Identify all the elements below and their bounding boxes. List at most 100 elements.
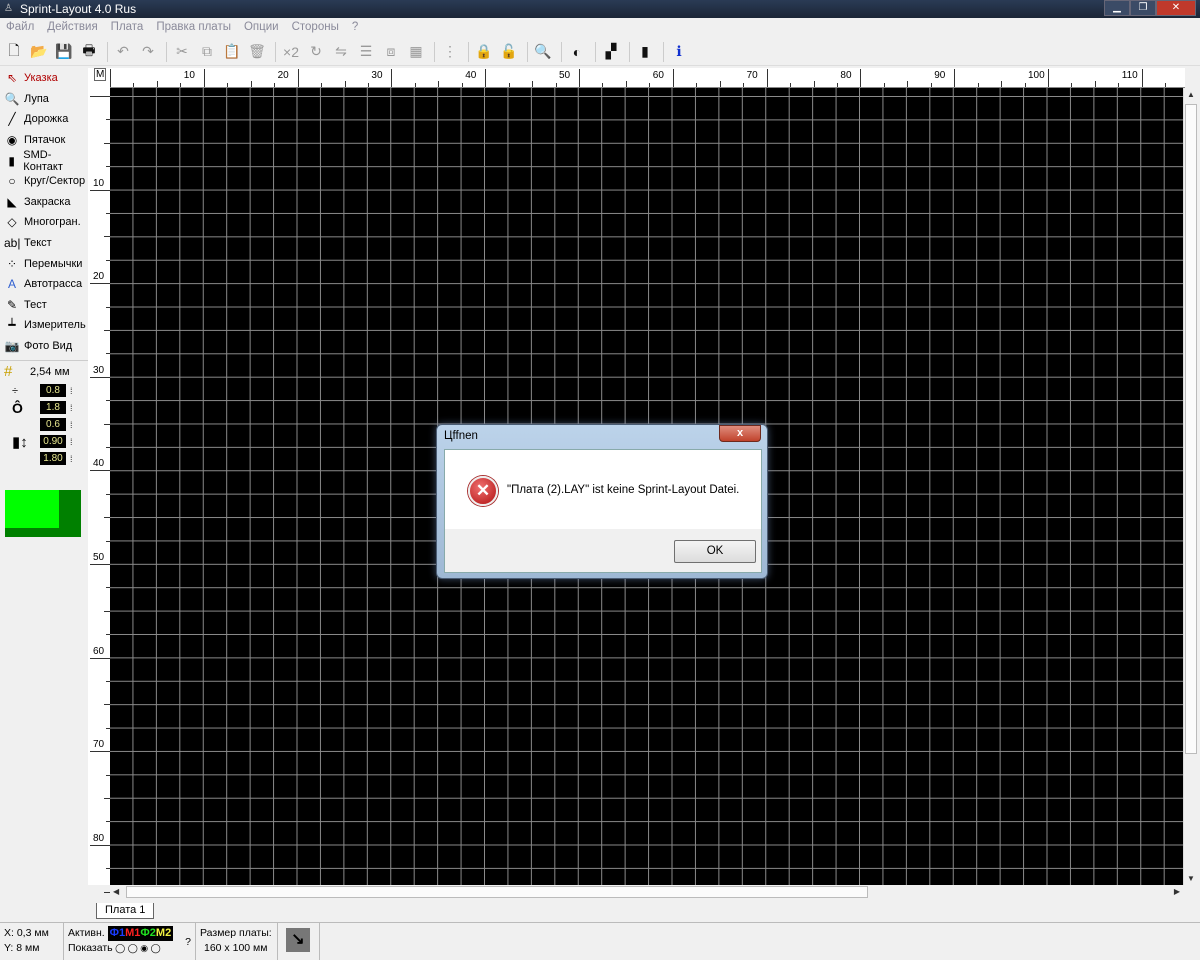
tool-smd-pad[interactable]: ▮ SMD-Контакт (0, 149, 88, 173)
pattern-icon[interactable]: ▦ (405, 41, 427, 63)
maximize-button[interactable]: ❐ (1130, 0, 1156, 16)
ruler-unit-button[interactable]: M (88, 68, 110, 88)
tool-text[interactable]: ab| Текст (0, 233, 88, 254)
tool-fill[interactable]: ◣ Закраска (0, 192, 88, 213)
pad-outer-field[interactable]: 1.8 (40, 401, 66, 415)
tool-track[interactable]: ╱ Дорожка (0, 109, 88, 130)
print-icon[interactable]: 🖶 (78, 41, 100, 63)
zoom-icon[interactable]: 🔍 (532, 41, 554, 63)
tool-label: Лупа (24, 92, 49, 105)
menu-item[interactable]: Правка платы (156, 21, 231, 38)
grid-size-button[interactable]: #2,54 мм (0, 360, 88, 382)
toolbar-separator (527, 41, 528, 62)
dialog-close-button[interactable]: x (719, 425, 761, 442)
track-width-field[interactable]: 0.8 (40, 384, 66, 398)
pad-inner-menu[interactable]: ⁞ (70, 420, 73, 430)
ruler-tick (579, 69, 580, 87)
horizontal-scrollbar[interactable]: ◀ ▶ (110, 885, 1183, 900)
vertical-scrollbar[interactable]: ▲ ▼ (1183, 88, 1198, 885)
new-file-icon[interactable]: 🗋 (3, 41, 25, 63)
menu-item[interactable]: Файл (6, 21, 34, 38)
menu-item[interactable]: ? (352, 21, 358, 38)
layer-1[interactable]: М1 (125, 926, 140, 941)
smd-height-field[interactable]: 1.80 (40, 452, 66, 466)
grid-size: 2,54 мм (30, 365, 70, 378)
tool-autoroute[interactable]: A Автотрасса (0, 274, 88, 295)
group-icon[interactable]: ⧈ (380, 41, 402, 63)
cut-icon[interactable]: ✂ (171, 41, 193, 63)
smd-width-field[interactable]: 0.90 (40, 435, 66, 449)
save-icon[interactable]: 💾 (53, 41, 75, 63)
layer-0[interactable]: Ф1 (110, 926, 126, 941)
tool-jumper[interactable]: ⁘ Перемычки (0, 253, 88, 274)
ruler-top-label: 30 (371, 70, 383, 81)
smd-height-menu[interactable]: ⁞ (70, 454, 73, 464)
ruler-top: 10 20 30 40 50 60 70 80 90 100 110 (110, 68, 1185, 88)
undo-icon[interactable]: ↶ (112, 41, 134, 63)
macro-icon[interactable]: ▮ (634, 41, 656, 63)
ok-button[interactable]: OK (674, 540, 756, 563)
ruler-tick (649, 83, 651, 87)
tool-label: Измеритель (24, 319, 86, 332)
error-dialog: Цffnen x ✕ "Плата (2).LAY" ist keine Spr… (436, 424, 768, 579)
ruler-tick (90, 564, 110, 565)
ruler-tick (860, 69, 862, 87)
menu-item[interactable]: Действия (47, 21, 97, 38)
minimize-button[interactable]: ▁ (1104, 0, 1130, 16)
tool-pad[interactable]: ◉ Пятачок (0, 130, 88, 151)
drc-icon[interactable]: ▞ (600, 41, 622, 63)
layer-3[interactable]: М2 (156, 926, 171, 941)
contrast-icon[interactable]: ◐ (566, 41, 588, 63)
layer-color-preview[interactable] (5, 490, 81, 537)
smd-width-menu[interactable]: ⁞ (70, 437, 73, 447)
open-folder-icon[interactable]: 📂 (28, 41, 50, 63)
tool-ruler[interactable]: ┷ Измеритель (0, 315, 88, 336)
layer-selector[interactable]: Ф1 М1 Ф2 М2 (107, 926, 174, 941)
mirror-icon[interactable]: ⇋ (330, 41, 352, 63)
copy-icon[interactable]: ⧉ (196, 41, 218, 63)
tool-test[interactable]: ✎ Тест (0, 295, 88, 316)
duplicate-icon[interactable]: ×2 (280, 41, 302, 63)
board-size-label: Размер платы: (200, 927, 272, 939)
tool-polygon[interactable]: ◇ Многогран. (0, 212, 88, 233)
ruler-top-label: 20 (277, 70, 289, 81)
pad-inner-field[interactable]: 0.6 (40, 418, 66, 432)
fill-icon: ◣ (7, 194, 17, 209)
delete-icon[interactable]: 🗑 (246, 41, 268, 63)
align-icon[interactable]: ☰ (355, 41, 377, 63)
connections-icon[interactable]: ⋮ (439, 41, 461, 63)
help-icon[interactable]: ? (185, 935, 191, 950)
close-button[interactable]: ✕ (1156, 0, 1196, 16)
tool-label: Тест (24, 298, 47, 311)
error-icon: ✕ (468, 476, 498, 506)
track-mode-icon[interactable]: ↘ (286, 928, 310, 952)
ruler-left-label: 70 (93, 739, 105, 751)
pad-outer-menu[interactable]: ⁞ (70, 403, 73, 413)
redo-icon[interactable]: ↷ (137, 41, 159, 63)
ruler-tick (90, 189, 110, 191)
menu-item[interactable]: Стороны (292, 21, 339, 38)
track-width-menu[interactable]: ⁞ (70, 386, 73, 396)
ruler-tick (555, 83, 557, 87)
lock-icon[interactable]: 🔒 (473, 41, 495, 63)
layer-visibility-radios[interactable]: ◯ ◯ ◉ ◯ (113, 943, 161, 953)
ruler-tick (766, 69, 768, 87)
ruler-left-label: 60 (93, 645, 105, 657)
tab-board-1[interactable]: Плата 1 (96, 903, 155, 919)
layer-2[interactable]: Ф2 (140, 926, 156, 941)
ruler-tick (391, 69, 393, 87)
unlock-icon[interactable]: 🔓 (498, 41, 520, 63)
info-icon[interactable]: ℹ (668, 41, 690, 63)
ruler-tick (461, 83, 463, 87)
rotate-icon[interactable]: ↻ (305, 41, 327, 63)
ruler-top-label: 100 (1028, 70, 1045, 81)
toolbar-separator (663, 41, 664, 62)
tool-magnifier[interactable]: 🔍 Лупа (0, 89, 88, 110)
menu-item[interactable]: Плата (111, 21, 144, 38)
tool-label: Круг/Сектор (24, 175, 86, 188)
tool-camera[interactable]: 📷 Фото Вид (0, 336, 88, 357)
tool-pointer[interactable]: ⇖ Указка (0, 68, 88, 89)
paste-icon[interactable]: 📋 (221, 41, 243, 63)
tool-circle[interactable]: ○ Круг/Сектор (0, 171, 88, 192)
menu-item[interactable]: Опции (244, 21, 279, 38)
